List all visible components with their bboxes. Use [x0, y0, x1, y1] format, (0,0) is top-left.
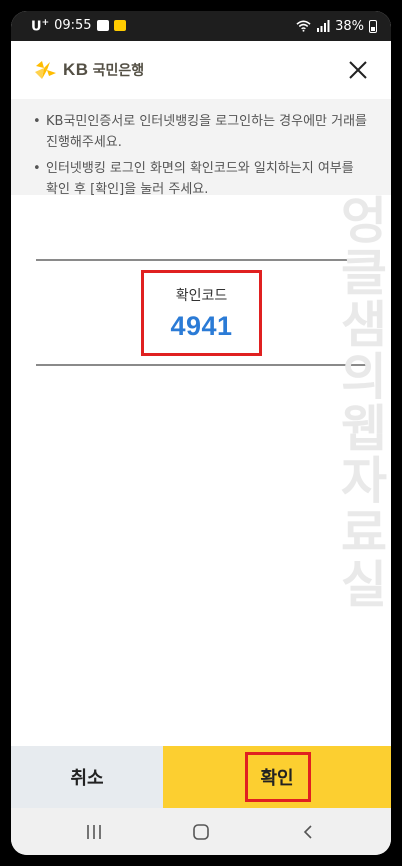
back-icon [303, 824, 312, 839]
status-right: 38% [296, 19, 377, 34]
signal-icon [317, 20, 330, 32]
close-icon[interactable] [345, 57, 371, 83]
confirm-highlight-box [245, 752, 311, 802]
notice-item: • KB국민인증서로 인터넷뱅킹을 로그인하는 경우에만 거래를 진행해주세요. [33, 111, 369, 153]
kb-star-logo-icon [35, 61, 56, 79]
notice-bullet: • [33, 161, 41, 176]
notice-bullet: • [33, 114, 41, 129]
app-header: KB 국민은행 [11, 41, 391, 99]
carrier-sup: + [41, 17, 50, 28]
notice-item: • 인터넷뱅킹 로그인 화면의 확인코드와 일치하는지 여부를 확인 후 [확인… [33, 158, 369, 200]
top-divider [36, 259, 367, 261]
home-icon [193, 823, 209, 840]
confirm-code-value: 4941 [170, 310, 233, 341]
confirm-code-label: 확인코드 [175, 287, 228, 304]
gallery-notification-icon [96, 20, 109, 32]
confirm-code-box: 확인코드 4941 [141, 270, 262, 356]
status-time: 09:55 [54, 18, 92, 34]
home-button[interactable] [186, 817, 216, 847]
system-nav-bar [11, 808, 391, 855]
notice-panel: • KB국민인증서로 인터넷뱅킹을 로그인하는 경우에만 거래를 진행해주세요.… [11, 99, 391, 197]
battery-percent: 38% [335, 18, 364, 34]
carrier-name: U [31, 19, 42, 35]
recents-button[interactable] [79, 817, 109, 847]
wifi-icon [296, 20, 311, 32]
status-left: U+ 09:55 [31, 18, 126, 34]
watermark: 엉클샘의웹자료실 [331, 194, 389, 610]
kb-logo: KB 국민은행 [33, 59, 144, 81]
logo-kb-text: KB [63, 60, 89, 79]
phone-screen: U+ 09:55 38% KB 국민은행 • KB국민인증서로 인터넷뱅킹을 로… [11, 11, 391, 855]
recents-icon [87, 824, 102, 839]
notice-text: KB국민인증서로 인터넷뱅킹을 로그인하는 경우에만 거래를 진행해주세요. [46, 114, 368, 150]
status-bar: U+ 09:55 38% [11, 11, 391, 41]
bottom-buttons: 취소 확인 [11, 746, 391, 808]
bottom-divider [36, 364, 367, 366]
kb-notification-icon [113, 20, 126, 32]
confirm-button[interactable]: 확인 [163, 746, 391, 808]
logo-bank-name: 국민은행 [92, 63, 145, 79]
carrier: U+ [31, 18, 49, 34]
battery-icon [369, 19, 377, 33]
back-button[interactable] [293, 817, 323, 847]
notice-text: 인터넷뱅킹 로그인 화면의 확인코드와 일치하는지 여부를 확인 후 [확인]을… [46, 161, 354, 197]
cancel-button[interactable]: 취소 [11, 746, 163, 808]
